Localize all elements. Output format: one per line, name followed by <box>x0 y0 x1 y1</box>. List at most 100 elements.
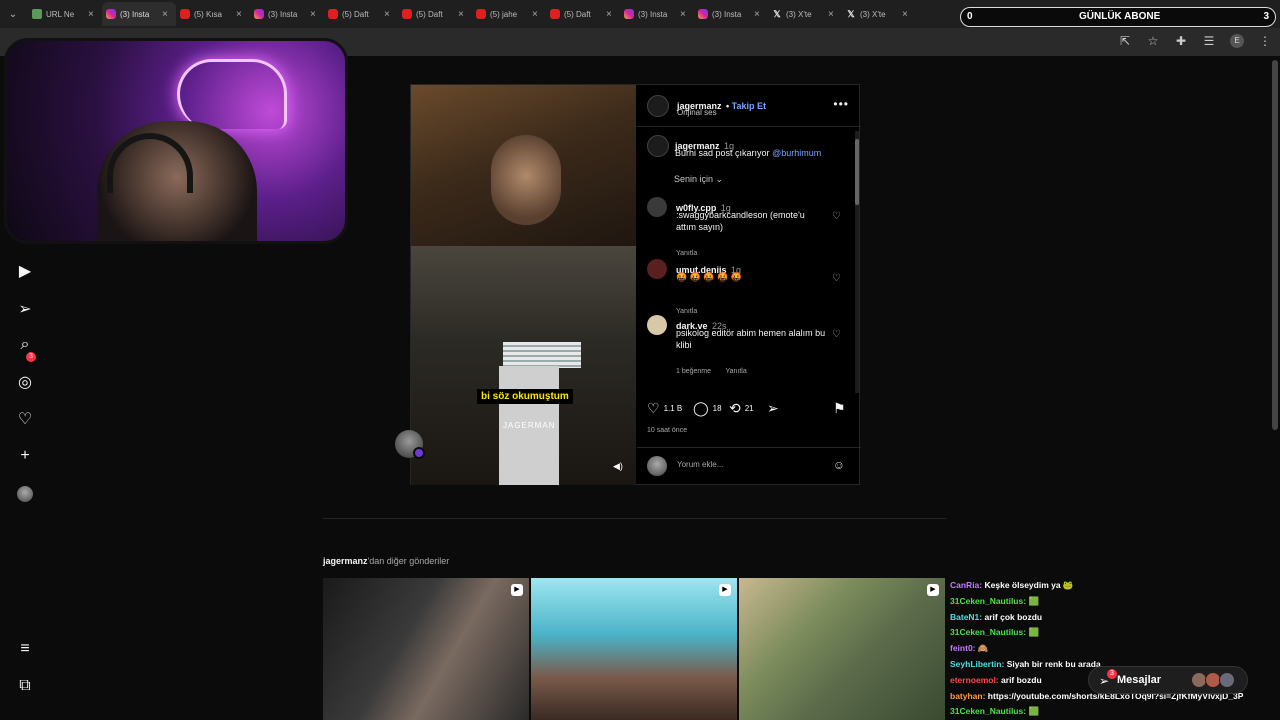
tab-search-chevron-icon[interactable]: ⌄ <box>4 5 22 23</box>
comment-like-icon[interactable]: ♡ <box>832 273 841 284</box>
close-tab-icon[interactable]: × <box>828 9 838 20</box>
chat-username[interactable]: SeyhLibertin: <box>950 659 1004 669</box>
browser-tab[interactable]: (5) jahe × <box>472 2 546 26</box>
comment-like-icon[interactable]: ♡ <box>832 329 841 340</box>
status-dot <box>413 447 425 459</box>
direct-messages-icon[interactable]: ➢ <box>16 300 34 318</box>
caption-mention[interactable]: @burhimum <box>772 148 821 158</box>
chat-message: 31Ceken_Nautilus: 🟩 <box>950 625 1280 641</box>
browser-tab[interactable]: (3) Insta × <box>620 2 694 26</box>
commenter-avatar[interactable] <box>647 259 667 279</box>
also-from-meta-icon[interactable]: ⧉ <box>16 677 34 695</box>
more-menu-icon[interactable]: ≡ <box>16 640 34 658</box>
reply-button[interactable]: Yanıtla <box>725 368 746 375</box>
browser-tab[interactable]: 𝕏 (3) X'te × <box>842 2 916 26</box>
more-options-icon[interactable]: ••• <box>833 97 849 111</box>
x-logo-icon: 𝕏 <box>773 9 781 19</box>
extensions-icon[interactable]: ✚ <box>1174 34 1188 48</box>
chat-username[interactable]: eternoemol: <box>950 675 999 685</box>
reading-list-icon[interactable]: ☰ <box>1202 34 1216 48</box>
like-button[interactable]: ♡ 1.1 B <box>647 400 682 417</box>
emoji-icon[interactable]: ☺ <box>833 458 845 472</box>
close-tab-icon[interactable]: × <box>902 9 912 20</box>
author-avatar[interactable] <box>647 95 669 117</box>
browser-tab[interactable]: (5) Daft × <box>324 2 398 26</box>
reels-icon[interactable]: ▶ <box>16 262 34 280</box>
section-divider <box>323 518 946 519</box>
comments-scroll-thumb[interactable] <box>855 139 859 205</box>
more-post-thumbnail[interactable]: ▶ <box>323 578 529 720</box>
browser-tab[interactable]: (5) Daft × <box>398 2 472 26</box>
comment-input[interactable] <box>677 460 817 469</box>
mute-icon[interactable]: ◀) <box>613 461 623 472</box>
close-tab-icon[interactable]: × <box>532 9 542 20</box>
chat-message: 31Ceken_Nautilus: 🟩 <box>950 594 1280 610</box>
close-tab-icon[interactable]: × <box>384 9 394 20</box>
profile-avatar-icon[interactable] <box>17 486 33 502</box>
search-icon[interactable]: ⌕ <box>16 336 34 354</box>
chat-username[interactable]: 31Ceken_Nautilus: <box>950 627 1026 637</box>
close-tab-icon[interactable]: × <box>88 9 98 20</box>
tab-title: (5) Daft <box>416 9 443 19</box>
message-avatar <box>1219 672 1235 688</box>
browser-tab[interactable]: (3) Insta × <box>694 2 768 26</box>
tab-title: (5) Daft <box>564 9 591 19</box>
close-tab-icon[interactable]: × <box>680 9 690 20</box>
save-button[interactable]: ⚑ <box>833 400 846 417</box>
audio-label[interactable]: Orijinal ses <box>677 108 717 117</box>
reel-video[interactable]: bi söz okumuştum JAGERMAN ◀) <box>411 85 636 485</box>
chat-username[interactable]: 31Ceken_Nautilus: <box>950 596 1026 606</box>
chat-username[interactable]: CanRia: <box>950 580 982 590</box>
create-plus-icon[interactable]: + <box>16 447 34 465</box>
chat-username[interactable]: BateN1: <box>950 612 982 622</box>
caption-avatar[interactable] <box>647 135 669 157</box>
browser-tab[interactable]: (5) Daft × <box>546 2 620 26</box>
page-scrollbar[interactable] <box>1272 60 1278 430</box>
chat-username[interactable]: feint0: <box>950 643 976 653</box>
close-tab-icon[interactable]: × <box>606 9 616 20</box>
commenter-avatar[interactable] <box>647 197 667 217</box>
comment-likes[interactable]: 1 beğenme <box>676 368 711 375</box>
tab-title: (5) jahe <box>490 9 518 19</box>
more-post-thumbnail[interactable]: ▶ <box>739 578 945 720</box>
browser-menu-icon[interactable]: ⋮ <box>1258 34 1272 48</box>
follow-button[interactable]: Takip Et <box>732 101 766 111</box>
comment-button[interactable]: ◯ 18 <box>693 400 722 417</box>
more-post-thumbnail[interactable]: ▶ <box>531 578 737 720</box>
reply-button[interactable]: Yanıtla <box>676 250 697 257</box>
notifications-heart-icon[interactable]: ♡ <box>16 410 34 428</box>
close-tab-icon[interactable]: × <box>754 9 764 20</box>
reel-icon: ▶ <box>719 584 731 596</box>
close-tab-icon[interactable]: × <box>162 9 172 20</box>
chat-username[interactable]: 31Ceken_Nautilus: <box>950 706 1026 716</box>
browser-tab[interactable]: 𝕏 (3) X'te × <box>768 2 842 26</box>
profile-avatar[interactable]: E <box>1230 34 1244 48</box>
youtube-icon <box>180 9 190 19</box>
comment-sort-dropdown[interactable]: Senin için ⌄ <box>674 174 723 185</box>
video-bottom-frame <box>411 246 636 485</box>
post-time-ago[interactable]: 10 saat önce <box>647 427 687 434</box>
more-posts-user[interactable]: jagermanz <box>323 556 368 566</box>
browser-tab[interactable]: (3) Insta × <box>102 2 176 26</box>
chat-message: 31Ceken_Nautilus: 🟩 <box>950 704 1280 720</box>
more-posts-suffix: 'dan diğer gönderiler <box>367 556 450 566</box>
site-icon <box>32 9 42 19</box>
browser-tab[interactable]: URL Ne × <box>28 2 102 26</box>
install-app-icon[interactable]: ⇱ <box>1118 34 1132 48</box>
share-button[interactable]: ➢ <box>767 400 779 417</box>
comment-like-icon[interactable]: ♡ <box>832 211 841 222</box>
close-tab-icon[interactable]: × <box>236 9 246 20</box>
explore-icon[interactable]: ◎ <box>16 373 34 391</box>
browser-tab[interactable]: (3) Insta × <box>250 2 324 26</box>
close-tab-icon[interactable]: × <box>458 9 468 20</box>
reply-button[interactable]: Yanıtla <box>676 308 697 315</box>
bookmark-star-icon[interactable]: ☆ <box>1146 34 1160 48</box>
repost-button[interactable]: ⟲ 21 <box>729 400 754 417</box>
messages-button[interactable]: ➢ 3 Mesajlar <box>1088 666 1248 694</box>
commenter-avatar[interactable] <box>647 315 667 335</box>
close-tab-icon[interactable]: × <box>310 9 320 20</box>
comment-text: 🤬 🤬 🤬 🤬 🤬 <box>676 272 743 282</box>
browser-tab[interactable]: (5) Kısa × <box>176 2 250 26</box>
chat-username[interactable]: batyhan: <box>950 691 985 701</box>
tab-title: (3) Insta <box>712 9 742 19</box>
